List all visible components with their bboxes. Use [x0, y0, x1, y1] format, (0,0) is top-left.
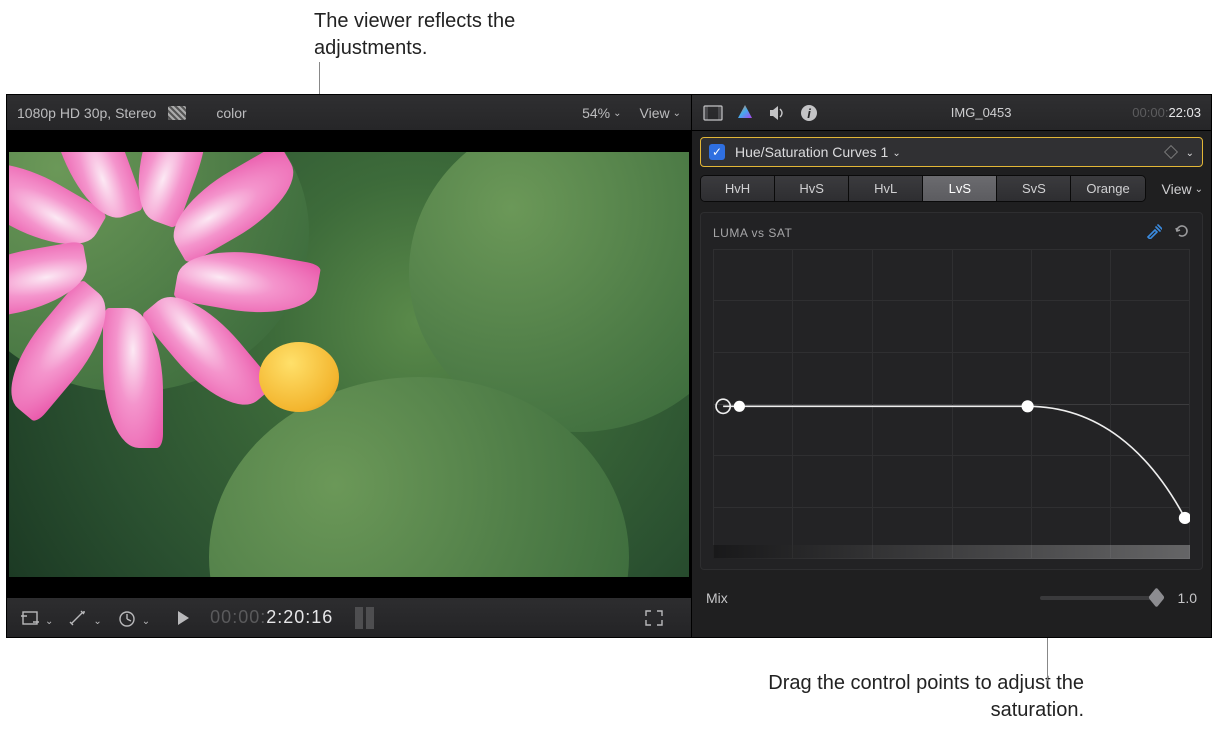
zoom-value: 54%	[582, 105, 610, 121]
reset-button[interactable]	[1174, 223, 1190, 243]
app-window: 1080p HD 30p, Stereo color 54% ⌄ View ⌄	[6, 94, 1212, 638]
tab-hvh[interactable]: HvH	[701, 176, 775, 201]
tab-hvl[interactable]: HvL	[849, 176, 923, 201]
tab-orange[interactable]: Orange	[1071, 176, 1144, 201]
effect-header[interactable]: Hue/Saturation Curves 1 ⌄ ⌄	[700, 137, 1203, 167]
clip-tc-prefix: 00:00:	[1132, 105, 1168, 120]
curve-title: LUMA vs SAT	[713, 226, 792, 240]
callout-curve-text: Drag the control points to adjust the sa…	[768, 672, 1084, 721]
tab-hvs[interactable]: HvS	[775, 176, 849, 201]
chevron-down-icon: ⌄	[613, 108, 621, 119]
curve-path[interactable]	[713, 249, 1190, 564]
chevron-down-icon: ⌄	[45, 616, 53, 627]
clip-duration: 00:00:22:03	[1132, 105, 1201, 121]
enhance-tool-icon[interactable]	[65, 608, 91, 628]
chevron-down-icon: ⌄	[1195, 184, 1203, 195]
svg-text:i: i	[807, 106, 811, 121]
callout-curve: Drag the control points to adjust the sa…	[764, 670, 1084, 724]
clip-tc-value: 22:03	[1168, 105, 1201, 120]
chevron-down-icon[interactable]: ⌄	[1186, 148, 1194, 159]
audio-inspector-tab[interactable]	[766, 104, 788, 122]
viewer-mode: color	[216, 105, 246, 121]
viewer-format: 1080p HD 30p, Stereo	[17, 105, 156, 121]
mix-slider-thumb[interactable]	[1148, 587, 1164, 607]
video-inspector-tab[interactable]	[702, 104, 724, 122]
view-dropdown[interactable]: View ⌄	[640, 105, 681, 121]
effect-enable-checkbox[interactable]	[709, 144, 725, 160]
mix-label: Mix	[706, 590, 728, 606]
viewer-pane: 1080p HD 30p, Stereo color 54% ⌄ View ⌄	[7, 95, 692, 637]
crop-tool-icon[interactable]	[17, 608, 43, 628]
mix-row: Mix 1.0	[700, 582, 1203, 614]
chevron-down-icon: ⌄	[673, 108, 681, 119]
curve-view-dropdown[interactable]: View ⌄	[1162, 181, 1203, 197]
clip-name: IMG_0453	[830, 105, 1132, 120]
chevron-down-icon: ⌄	[892, 148, 900, 159]
clapper-icon[interactable]	[168, 106, 186, 120]
curve-panel: LUMA vs SAT	[700, 212, 1203, 570]
effect-name: Hue/Saturation Curves 1	[735, 144, 888, 160]
tc-prefix: 00:00:	[210, 607, 266, 627]
mix-slider[interactable]	[1040, 596, 1160, 600]
fullscreen-button[interactable]	[641, 608, 667, 628]
viewer-header: 1080p HD 30p, Stereo color 54% ⌄ View ⌄	[7, 95, 691, 131]
info-inspector-tab[interactable]: i	[798, 104, 820, 122]
color-inspector-tab[interactable]	[734, 104, 756, 122]
tc-value: 2:20:16	[266, 607, 333, 627]
inspector-pane: i IMG_0453 00:00:22:03 Hue/Saturation Cu…	[692, 95, 1211, 637]
viewer-footer: ⌄ ⌄ ⌄ 00:00:2:20:16	[7, 597, 691, 637]
mix-value[interactable]: 1.0	[1178, 590, 1197, 606]
viewer-image	[9, 152, 689, 577]
viewer-canvas[interactable]	[7, 131, 691, 597]
callout-viewer-text: The viewer reflects the adjustments.	[314, 10, 515, 59]
view-label: View	[640, 105, 670, 121]
audio-meter-icon	[355, 607, 374, 629]
callout-viewer: The viewer reflects the adjustments.	[314, 8, 614, 62]
curve-view-label: View	[1162, 181, 1192, 197]
tab-svs[interactable]: SvS	[997, 176, 1071, 201]
tab-lvs[interactable]: LvS	[923, 176, 997, 201]
eyedropper-button[interactable]	[1146, 223, 1162, 243]
inspector-tab-bar: i IMG_0453 00:00:22:03	[692, 95, 1211, 131]
timecode-display[interactable]: 00:00:2:20:16	[210, 607, 333, 628]
retime-tool-icon[interactable]	[114, 608, 140, 628]
curve-editor[interactable]	[713, 249, 1190, 559]
zoom-dropdown[interactable]: 54% ⌄	[582, 105, 621, 121]
curve-type-tabs: HvH HvS HvL LvS SvS Orange View ⌄	[700, 175, 1203, 202]
play-button[interactable]	[170, 608, 196, 628]
keyframe-button[interactable]	[1164, 145, 1178, 159]
chevron-down-icon: ⌄	[142, 616, 150, 627]
chevron-down-icon: ⌄	[93, 616, 101, 627]
